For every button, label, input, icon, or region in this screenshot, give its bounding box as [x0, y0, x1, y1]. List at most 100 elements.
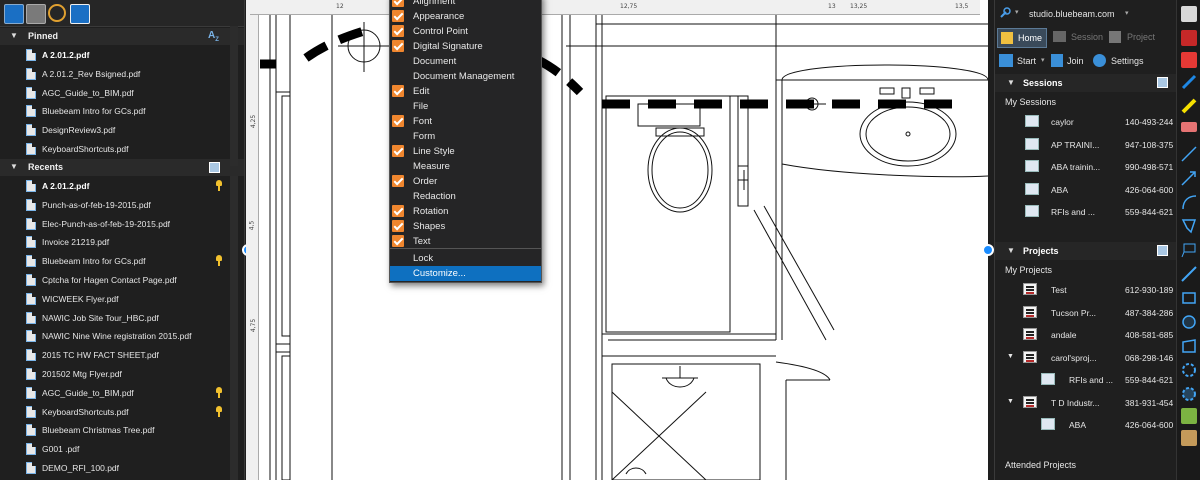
wrench-icon[interactable]: [999, 7, 1011, 19]
project-session-row[interactable]: ABA 426-064-600: [995, 414, 1177, 436]
menu-item-text[interactable]: Text: [390, 234, 541, 249]
file-list-item[interactable]: Cptcha for Hagen Contact Page.pdf: [26, 271, 240, 289]
stamp-tool-icon[interactable]: [1181, 30, 1197, 46]
menu-item-edit[interactable]: Edit: [390, 84, 541, 99]
pinned-scrollbar[interactable]: [230, 26, 238, 166]
file-list-item[interactable]: 2015 TC HW FACT SHEET.pdf: [26, 346, 240, 364]
studio-server-label[interactable]: studio.bluebeam.com: [1029, 9, 1115, 19]
projects-header[interactable]: ▼ Projects: [995, 242, 1177, 260]
menu-item-form[interactable]: Form: [390, 129, 541, 144]
menu-item-lock[interactable]: Lock: [390, 251, 541, 266]
file-list-item[interactable]: Bluebeam Intro for GCs.pdf: [26, 252, 240, 270]
menu-item-shapes[interactable]: Shapes: [390, 219, 541, 234]
eraser-tool-icon[interactable]: [1181, 52, 1197, 68]
file-list-item[interactable]: KeyboardShortcuts.pdf: [26, 403, 240, 421]
right-panel-splitter-handle[interactable]: [982, 244, 994, 256]
cloud-tool-icon[interactable]: [1181, 362, 1197, 378]
recents-header[interactable]: ▼ Recents: [0, 159, 244, 176]
bookmarks-icon[interactable]: [48, 4, 66, 22]
sketch-tool-icon[interactable]: [1181, 430, 1197, 446]
callout-tool-icon[interactable]: [1181, 242, 1197, 258]
menu-item-alignment[interactable]: Alignment: [390, 0, 541, 9]
pin-icon[interactable]: [214, 405, 224, 418]
collapse-caret-icon[interactable]: ▼: [1007, 78, 1015, 87]
cloud-plus-tool-icon[interactable]: [1181, 386, 1197, 402]
calendar-icon[interactable]: [1157, 77, 1168, 88]
file-list-item[interactable]: DesignReview3.pdf: [26, 121, 240, 139]
project-row[interactable]: Tucson Pr... 487-384-286: [995, 302, 1177, 324]
project-row[interactable]: ▼ carol'sproj... 068-298-146: [995, 347, 1177, 369]
tab-project[interactable]: Project: [1107, 28, 1167, 48]
server-dropdown-icon[interactable]: ▾: [1125, 9, 1129, 17]
menu-item-redaction[interactable]: Redaction: [390, 189, 541, 204]
line-tool-icon[interactable]: [1181, 146, 1197, 162]
select-tool-icon[interactable]: [1181, 6, 1197, 22]
polygon-tool-icon[interactable]: [1181, 218, 1197, 234]
calendar-icon[interactable]: [209, 162, 220, 173]
menu-item-rotation[interactable]: Rotation: [390, 204, 541, 219]
menu-item-order[interactable]: Order: [390, 174, 541, 189]
settings-button[interactable]: Settings: [1091, 52, 1165, 70]
file-list-item[interactable]: WICWEEK Flyer.pdf: [26, 290, 240, 308]
start-button[interactable]: Start ▾: [997, 52, 1049, 70]
session-row[interactable]: caylor 140-493-244: [995, 111, 1177, 133]
menu-item-document[interactable]: Document: [390, 54, 541, 69]
pin-icon[interactable]: [214, 386, 224, 399]
document-canvas[interactable]: [246, 0, 988, 480]
file-list-item[interactable]: Bluebeam Intro for GCs.pdf: [26, 102, 240, 120]
file-list-item[interactable]: DEMO_RFI_100.pdf: [26, 459, 240, 477]
sort-az-icon[interactable]: AZ: [208, 30, 219, 43]
file-list-item[interactable]: NAWIC Job Site Tour_HBC.pdf: [26, 309, 240, 327]
pin-icon[interactable]: [214, 255, 224, 267]
menu-item-document-management[interactable]: Document Management: [390, 69, 541, 84]
menu-item-font[interactable]: Font: [390, 114, 541, 129]
menu-item-customize[interactable]: Customize...: [390, 266, 541, 281]
tab-session[interactable]: Session: [1051, 28, 1103, 48]
file-list-item[interactable]: Punch-as-of-feb-19-2015.pdf: [26, 196, 240, 214]
session-row[interactable]: AP TRAINI... 947-108-375: [995, 134, 1177, 156]
menu-item-file[interactable]: File: [390, 99, 541, 114]
pinned-header[interactable]: ▼ Pinned AZ: [0, 28, 244, 45]
project-row[interactable]: andale 408-581-685: [995, 324, 1177, 346]
pin-icon[interactable]: [214, 180, 224, 192]
project-row[interactable]: Test 612-930-189: [995, 279, 1177, 301]
properties-icon[interactable]: [70, 4, 90, 24]
file-list-item[interactable]: 201502 Mtg Flyer.pdf: [26, 365, 240, 383]
collapse-caret-icon[interactable]: ▼: [1007, 246, 1015, 255]
file-list-item[interactable]: A 2.01.2_Rev Bsigned.pdf: [26, 65, 240, 83]
file-list-item[interactable]: G001 .pdf: [26, 440, 240, 458]
project-row[interactable]: ▼ T D Industr... 381-931-454: [995, 392, 1177, 414]
project-session-row[interactable]: RFIs and ... 559-844-621: [995, 369, 1177, 391]
pen-tool-icon[interactable]: [1181, 74, 1197, 90]
arc-tool-icon[interactable]: [1181, 194, 1197, 210]
file-list-item[interactable]: Elec-Punch-as-of-feb-19-2015.pdf: [26, 215, 240, 233]
expand-caret-icon[interactable]: ▼: [1007, 398, 1014, 405]
file-list-item[interactable]: KeyboardShortcuts.pdf: [26, 140, 240, 158]
file-list-item[interactable]: Invoice 21219.pdf: [26, 233, 240, 251]
measure-tool-icon[interactable]: [1181, 266, 1197, 282]
file-list-item[interactable]: AGC_Guide_to_BIM.pdf: [26, 84, 240, 102]
file-list-item[interactable]: NAWIC Nine Wine registration 2015.pdf: [26, 327, 240, 345]
file-access-icon[interactable]: [4, 4, 24, 24]
image-tool-icon[interactable]: [1181, 408, 1197, 424]
expand-caret-icon[interactable]: ▼: [1007, 353, 1014, 360]
collapse-caret-icon[interactable]: ▼: [10, 162, 18, 171]
calendar-icon[interactable]: [1157, 245, 1168, 256]
file-list-item[interactable]: A 2.01.2.pdf: [26, 46, 240, 64]
rectangle-tool-icon[interactable]: [1181, 290, 1197, 306]
eraser-icon[interactable]: [1181, 122, 1197, 132]
session-row[interactable]: RFIs and ... 559-844-621: [995, 201, 1177, 223]
polyline-tool-icon[interactable]: [1181, 338, 1197, 354]
join-button[interactable]: Join: [1049, 52, 1087, 70]
menu-item-line-style[interactable]: Line Style: [390, 144, 541, 159]
dropdown-arrow-icon[interactable]: ▾: [1015, 8, 1019, 16]
collapse-caret-icon[interactable]: ▼: [10, 31, 18, 40]
thumbnails-icon[interactable]: [26, 4, 46, 24]
recents-scrollbar[interactable]: [230, 176, 238, 480]
menu-item-digital-signature[interactable]: Digital Signature: [390, 39, 541, 54]
session-row[interactable]: ABA 426-064-600: [995, 179, 1177, 201]
tab-home[interactable]: Home: [997, 28, 1047, 48]
sessions-header[interactable]: ▼ Sessions: [995, 74, 1177, 92]
highlighter-tool-icon[interactable]: [1181, 98, 1197, 114]
file-list-item[interactable]: AGC_Guide_to_BIM.pdf: [26, 384, 240, 402]
